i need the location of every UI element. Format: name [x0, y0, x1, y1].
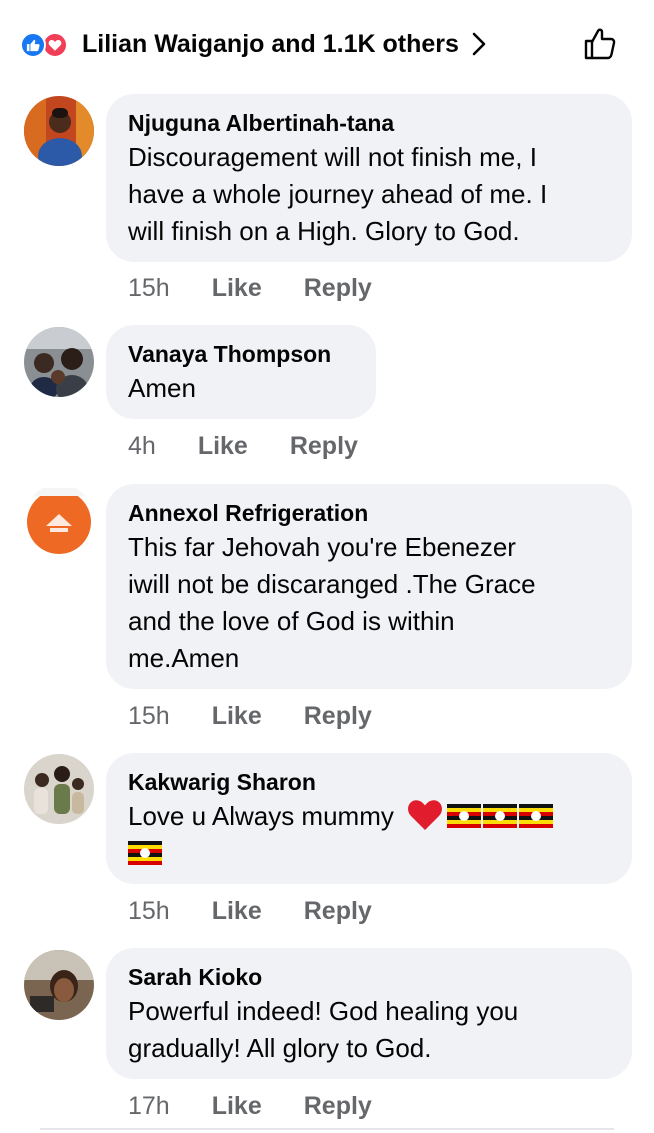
comment-author[interactable]: Vanaya Thompson	[128, 339, 354, 369]
comment-actions: 4h Like Reply	[128, 429, 400, 463]
thumbs-up-icon	[584, 28, 616, 60]
comment-timestamp[interactable]: 15h	[128, 274, 170, 303]
comment-timestamp[interactable]: 15h	[128, 897, 170, 926]
comment-author[interactable]: Kakwarig Sharon	[128, 767, 610, 797]
comment-line: will finish on a High. Glory to God.	[128, 216, 520, 246]
like-button[interactable]: Like	[212, 702, 262, 731]
reactions-text: Lilian Waiganjo and 1.1K others	[82, 29, 459, 58]
comments-screen: Lilian Waiganjo and 1.1K others Njuguna …	[0, 0, 654, 1133]
like-post-button[interactable]	[580, 24, 620, 64]
reply-button[interactable]: Reply	[304, 897, 372, 926]
comment-line: iwill not be discaranged .The Grace	[128, 569, 536, 599]
comment-bubble[interactable]: Sarah Kioko Powerful indeed! God healing…	[106, 948, 632, 1079]
comment-actions: 15h Like Reply	[128, 699, 414, 733]
comment-text: This far Jehovah you're Ebenezer iwill n…	[128, 529, 610, 677]
uganda-flag-icon	[483, 804, 518, 828]
comment-author[interactable]: Annexol Refrigeration	[128, 498, 610, 528]
reply-button[interactable]: Reply	[304, 274, 372, 303]
comment-timestamp[interactable]: 17h	[128, 1092, 170, 1121]
like-button[interactable]: Like	[212, 1092, 262, 1121]
comment-line: Love u Always mummy	[128, 801, 394, 831]
comment-text: Discouragement will not finish me, I hav…	[128, 139, 610, 250]
like-button[interactable]: Like	[212, 897, 262, 926]
red-heart-icon	[408, 800, 443, 830]
comment-actions: 15h Like Reply	[128, 271, 414, 305]
uganda-flag-icon	[519, 804, 554, 828]
uganda-flag-icon	[447, 804, 482, 828]
comment-bubble[interactable]: Njuguna Albertinah-tana Discouragement w…	[106, 94, 632, 262]
uganda-flag-icon	[128, 841, 162, 865]
comment-actions: 15h Like Reply	[128, 894, 414, 928]
avatar[interactable]	[24, 327, 94, 397]
like-icon	[20, 32, 46, 58]
comment-bubble[interactable]: Annexol Refrigeration This far Jehovah y…	[106, 484, 632, 689]
comment-line: me.Amen	[128, 643, 240, 673]
comment-text: Powerful indeed! God healing you gradual…	[128, 993, 610, 1067]
comment-bubble[interactable]: Kakwarig Sharon Love u Always mummy	[106, 753, 632, 884]
like-button[interactable]: Like	[198, 432, 248, 461]
comment-timestamp[interactable]: 4h	[128, 432, 156, 461]
comment-timestamp[interactable]: 15h	[128, 702, 170, 731]
comment-line: and the love of God is within	[128, 606, 455, 636]
comment-line: gradually! All glory to God.	[128, 1033, 432, 1063]
comment-bubble[interactable]: Vanaya Thompson Amen	[106, 325, 376, 419]
avatar[interactable]	[24, 96, 94, 166]
comment-actions: 17h Like Reply	[128, 1089, 414, 1123]
avatar[interactable]	[24, 754, 94, 824]
reactions-summary[interactable]: Lilian Waiganjo and 1.1K others	[20, 22, 487, 66]
avatar[interactable]	[24, 484, 94, 554]
avatar[interactable]	[24, 950, 94, 1020]
reply-button[interactable]: Reply	[304, 702, 372, 731]
comment-line: have a whole journey ahead of me. I	[128, 179, 548, 209]
chevron-right-icon	[471, 32, 487, 56]
reply-button[interactable]: Reply	[290, 432, 358, 461]
reaction-icons	[20, 28, 76, 60]
comment-line: This far Jehovah you're Ebenezer	[128, 532, 516, 562]
reply-button[interactable]: Reply	[304, 1092, 372, 1121]
comment-author[interactable]: Sarah Kioko	[128, 962, 610, 992]
like-button[interactable]: Like	[212, 274, 262, 303]
comment-line: Powerful indeed! God healing you	[128, 996, 519, 1026]
comment-text: Amen	[128, 370, 354, 407]
comment-author[interactable]: Njuguna Albertinah-tana	[128, 108, 610, 138]
comment-line: Amen	[128, 373, 196, 403]
comment-text: Love u Always mummy	[128, 798, 598, 872]
comment-line: Discouragement will not finish me, I	[128, 142, 537, 172]
divider	[40, 1128, 614, 1130]
